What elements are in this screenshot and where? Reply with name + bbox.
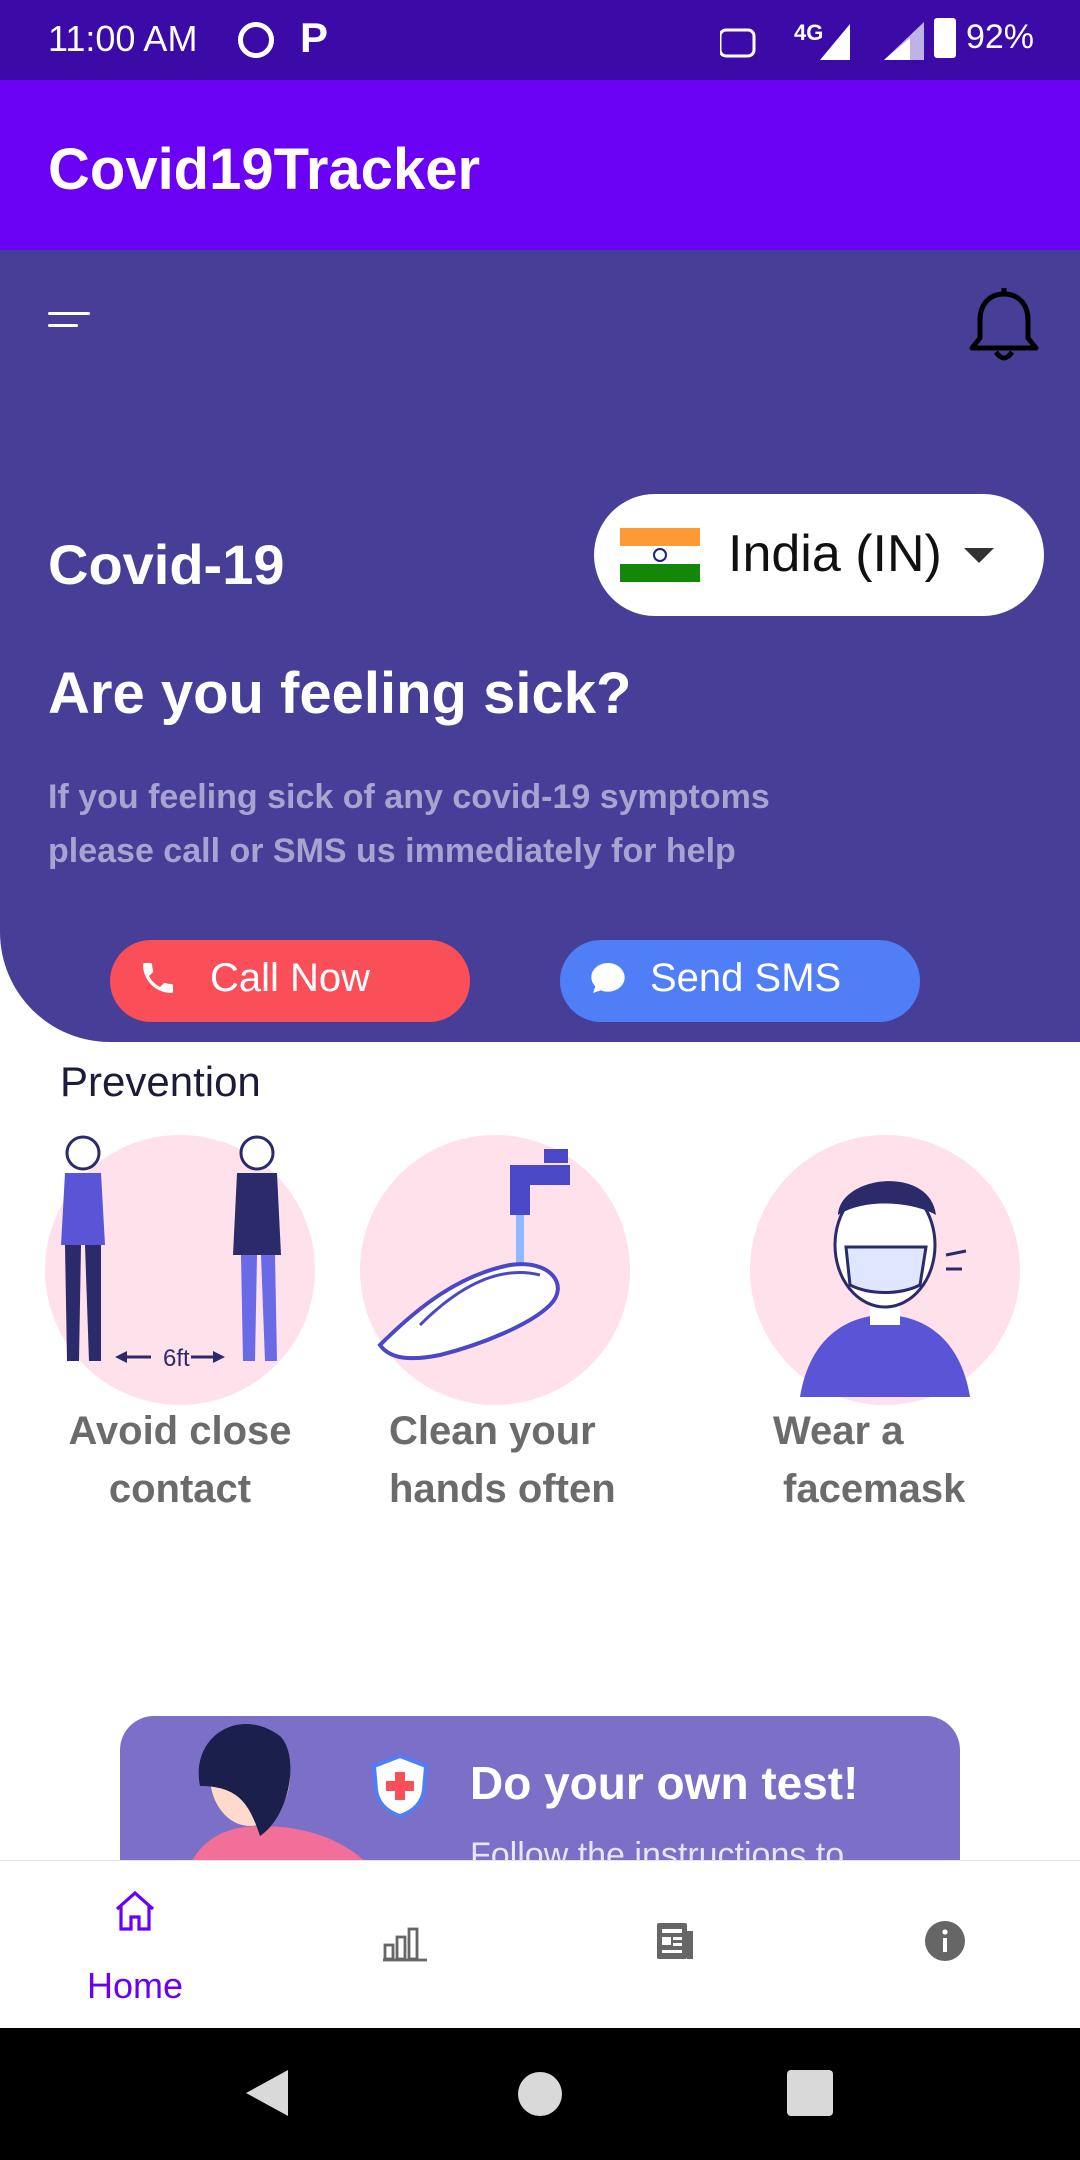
nav-home-label: Home bbox=[86, 1965, 184, 2006]
bottom-navigation: Home bbox=[0, 1860, 1080, 2029]
chart-icon bbox=[383, 1927, 427, 1962]
sick-headline: Are you feeling sick? bbox=[48, 661, 632, 726]
handwash-illustration bbox=[360, 1135, 630, 1405]
prevention-card-facemask[interactable]: Wear a facemask bbox=[745, 1130, 1045, 1530]
status-bar: 11:00 AM P 4G 92% bbox=[0, 0, 1080, 80]
system-navigation-bar bbox=[0, 2028, 1080, 2160]
country-selector-value: India (IN) bbox=[728, 525, 942, 583]
battery-level: 92% bbox=[965, 18, 1034, 56]
parking-icon: P bbox=[300, 14, 329, 61]
clean-hands-line2: hands often bbox=[389, 1467, 616, 1511]
signal-icon bbox=[878, 22, 924, 60]
shield-icon bbox=[371, 1754, 429, 1818]
india-flag-icon bbox=[620, 528, 700, 582]
app-title: Covid19Tracker bbox=[48, 137, 481, 202]
info-icon bbox=[925, 1921, 965, 1961]
news-icon bbox=[657, 1923, 693, 1959]
sick-description: If you feeling sick of any covid-19 symp… bbox=[48, 778, 770, 870]
clean-hands-line1: Clean your bbox=[389, 1409, 596, 1453]
prevention-card-handwash[interactable]: Clean your hands often bbox=[355, 1130, 655, 1530]
chrome-icon bbox=[238, 22, 274, 58]
battery-icon bbox=[934, 18, 956, 58]
avoid-contact-label: Avoid close contact bbox=[30, 1402, 330, 1518]
home-icon bbox=[115, 1890, 155, 1931]
facemask-line1: Wear a bbox=[773, 1409, 904, 1453]
prevention-title: Prevention bbox=[60, 1058, 261, 1105]
back-icon[interactable] bbox=[244, 2068, 290, 2118]
home-circle-icon[interactable] bbox=[518, 2072, 562, 2116]
prevention-card-distance[interactable]: 6ft Avoid close contact bbox=[40, 1130, 340, 1530]
banner-title: Do your own test! bbox=[470, 1757, 859, 1809]
recents-icon[interactable] bbox=[787, 2070, 833, 2116]
menu-icon[interactable] bbox=[48, 312, 90, 336]
avoid-contact-line1: Avoid close bbox=[68, 1409, 292, 1453]
clean-hands-label: Clean your hands often bbox=[345, 1402, 645, 1518]
hero-section: Covid-19 India (IN) Are you feeling sick… bbox=[0, 250, 1080, 1042]
network-icon: 4G bbox=[720, 20, 850, 60]
send-sms-button[interactable]: Send SMS bbox=[560, 940, 920, 1022]
notification-bell-icon[interactable] bbox=[966, 286, 1042, 366]
nav-stats[interactable] bbox=[270, 1861, 540, 2029]
chevron-down-icon bbox=[964, 548, 994, 563]
call-now-label: Call Now bbox=[210, 956, 371, 1000]
nav-info[interactable] bbox=[810, 1861, 1080, 2029]
distance-label: 6ft bbox=[163, 1345, 190, 1372]
phone-icon bbox=[143, 963, 173, 993]
app-bar: Covid19Tracker bbox=[0, 80, 1080, 250]
country-selector[interactable]: India (IN) bbox=[594, 494, 1044, 616]
send-sms-label: Send SMS bbox=[650, 956, 842, 1000]
facemask-label: Wear a facemask bbox=[735, 1402, 1035, 1518]
call-now-button[interactable]: Call Now bbox=[110, 940, 470, 1022]
nav-news[interactable] bbox=[540, 1861, 810, 2029]
status-time: 11:00 AM bbox=[48, 18, 198, 59]
hero-title: Covid-19 bbox=[48, 533, 285, 596]
nav-home[interactable]: Home bbox=[0, 1861, 270, 2029]
avoid-contact-line2: contact bbox=[108, 1467, 252, 1511]
facemask-line2: facemask bbox=[783, 1467, 966, 1511]
chat-bubble-icon bbox=[591, 963, 625, 993]
distance-illustration: 6ft bbox=[45, 1135, 315, 1405]
facemask-illustration bbox=[750, 1135, 1020, 1405]
